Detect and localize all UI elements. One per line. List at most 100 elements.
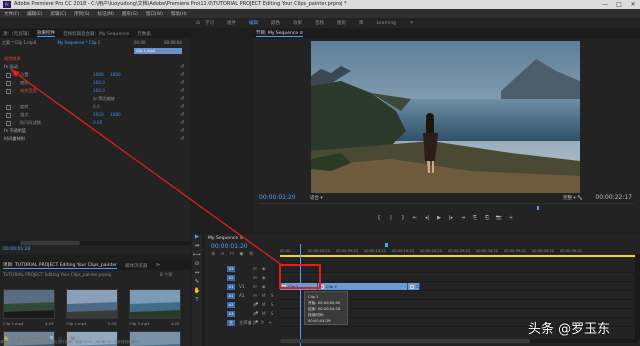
sequence-clip-label[interactable]: My Sequence * Clip 1 [57,40,100,45]
reset-icon[interactable]: ↺ [180,127,184,135]
maximize-button[interactable]: □ [612,0,626,9]
effect-value-field[interactable]: 0.0 [93,103,100,111]
reset-icon[interactable]: ↺ [180,135,184,143]
close-button[interactable]: ✕ [626,0,640,9]
transport-button[interactable]: ⇥ [457,215,469,221]
timeline-clip[interactable]: fx Clip 2 [318,283,408,290]
track-select-tool-icon[interactable]: ⇹ [192,243,202,252]
program-time-ruler[interactable] [259,203,634,211]
effect-property-row[interactable]: › 旋转 0.0 ↺ [0,103,188,111]
track-target-toggle[interactable]: A1 [227,292,235,299]
program-timecode[interactable]: 00:00:01:20 [259,194,296,201]
expand-chevron-icon[interactable]: › [13,119,15,127]
keyframe-toggle-icon[interactable] [6,104,11,110]
menu-file[interactable]: 文件(F) [4,11,19,17]
tab-media-browser[interactable]: 媒体浏览器 [125,263,148,269]
workspace-tab[interactable]: 颜色 [271,20,280,26]
clip-thumbnail[interactable] [129,289,181,319]
effect-controls-ruler[interactable]: 00:00 00:00:04 [134,40,188,48]
effect-controls-scrollbar[interactable] [0,241,190,245]
menu-sequence[interactable]: 序列(S) [74,11,89,17]
uniform-scale-checkbox[interactable]: ☑ 等比缩放 [93,95,115,103]
keyframe-toggle-icon[interactable] [6,80,11,86]
transport-button[interactable]: { [373,215,385,221]
transport-button[interactable]: } [397,215,409,221]
effect-property-row[interactable]: › 时间重映射 ↺ [0,135,188,143]
timeline-options-icons[interactable]: ⊕ ∩ ⊓ ◆ ⚙ [211,251,255,257]
track-target-toggle[interactable]: A2 [227,301,235,308]
reset-icon[interactable]: ↺ [180,71,184,79]
tab-project[interactable]: 项目: TUTORIAL PROJECT Editing Your Clips_… [3,262,117,269]
clip-thumbnail[interactable] [66,289,118,319]
work-area-bar[interactable] [280,255,638,257]
reset-icon[interactable]: ↺ [180,111,184,119]
effect-property-row[interactable]: › 位置 1000 1800 ↺ [0,71,188,79]
workspace-tab[interactable]: 组件 [227,20,236,26]
effect-value-field[interactable]: 0.00 [93,119,102,127]
keyframe-toggle-icon[interactable] [6,72,11,78]
track-lane[interactable] [280,264,638,273]
transport-button[interactable]: |▸ [445,215,457,221]
resolution-select[interactable]: 完整 ▾ 🔧 [563,195,583,201]
home-icon[interactable]: ⌂ [196,19,200,26]
track-target-toggle[interactable]: V2 [227,274,235,281]
timeline-ruler[interactable]: 00:00 00:00:04:23 00:00:09:23 00:00:14:23 00… [280,242,638,259]
menu-help[interactable]: 帮助(H) [171,11,187,17]
reset-icon[interactable]: ↺ [180,103,184,111]
effect-property-row[interactable]: › 防闪烁滤镜 0.00 ↺ [0,119,188,127]
timeline-scrollbar[interactable] [280,339,638,343]
track-controls-icons[interactable]: ⊟ ◉ [253,282,268,291]
slip-tool-icon[interactable]: ↔ [192,270,202,279]
menu-window[interactable]: 窗口(W) [146,11,163,17]
transport-button[interactable]: ⎘ [469,215,481,221]
keyframe-toggle-icon[interactable] [6,112,11,118]
effect-property-row[interactable]: › 缩放 100.0 ↺ [0,79,188,87]
workspace-tab[interactable]: 效果 [293,20,302,26]
more-workspaces-icon[interactable]: » [410,19,414,26]
transport-button[interactable]: + [505,215,517,221]
track-header[interactable]: V1 V1 ⊟ ◉ [209,282,279,291]
effect-value-field[interactable]: 1000 [93,71,104,79]
pen-tool-icon[interactable]: ✎ [192,279,202,288]
selection-tool-icon[interactable]: ▶ [192,234,202,243]
effect-property-row[interactable]: › 锚点 1920 1080 ↺ [0,111,188,119]
effect-controls-timecode[interactable]: 00:00:01:20 [3,247,30,252]
track-target-toggle[interactable]: 主 [227,319,235,326]
expand-chevron-icon[interactable]: › [13,103,15,111]
menu-marker[interactable]: 标记(M) [98,11,114,17]
tab-metadata[interactable]: 元数据 [137,31,151,37]
track-header[interactable]: A3 ⊟ M S 🎤 [209,309,279,325]
type-tool-icon[interactable]: T [192,297,202,306]
effect-value-field[interactable]: 100.0 [93,79,105,87]
keyframe-toggle-icon[interactable] [6,88,11,94]
tab-program[interactable]: 节目: My Sequence ≡ [256,30,304,37]
workspace-tab[interactable]: 学习 [205,20,214,26]
track-controls-icons[interactable]: ⊟ ◉ [253,264,268,273]
track-lane[interactable]: fxClip 1fxClip 2fxClip 3 [280,282,638,291]
workspace-tab[interactable]: 库 [359,20,364,26]
reset-icon[interactable]: ↺ [180,79,184,87]
minimize-button[interactable]: — [598,0,612,9]
menu-clip[interactable]: 剪辑(C) [50,11,66,17]
clip-thumbnail[interactable] [3,289,55,319]
track-target-toggle[interactable]: V1 [227,283,235,290]
expand-chevron-icon[interactable]: › [13,87,15,95]
track-header[interactable]: A1 A1 ⊟ M S 🎤 [209,291,279,307]
timeline-marker[interactable] [385,243,388,247]
track-header[interactable]: A2 ⊟ M S 🎤 [209,300,279,316]
effect-property-row[interactable]: › 缩放宽度 100.0 ↺ [0,87,188,95]
reset-icon[interactable]: ↺ [180,87,184,95]
ripple-edit-tool-icon[interactable]: ⟷ [192,252,202,261]
reset-icon[interactable]: ↺ [180,95,184,103]
track-lane[interactable] [280,273,638,282]
hand-tool-icon[interactable]: ✋ [192,288,202,297]
zoom-fit-select[interactable]: 适合 ▾ [310,195,323,201]
transport-button[interactable]: ⇤ [409,215,421,221]
transport-button[interactable]: ◂| [421,215,433,221]
reset-icon[interactable]: ↺ [180,119,184,127]
workspace-tab[interactable]: 编辑 [249,20,258,26]
tab-more-panels[interactable]: ≫ [155,263,160,268]
timeline-playhead[interactable] [300,244,301,346]
effect-value-field[interactable]: 1800 [110,71,121,79]
razor-tool-icon[interactable]: ⊘ [192,261,202,270]
